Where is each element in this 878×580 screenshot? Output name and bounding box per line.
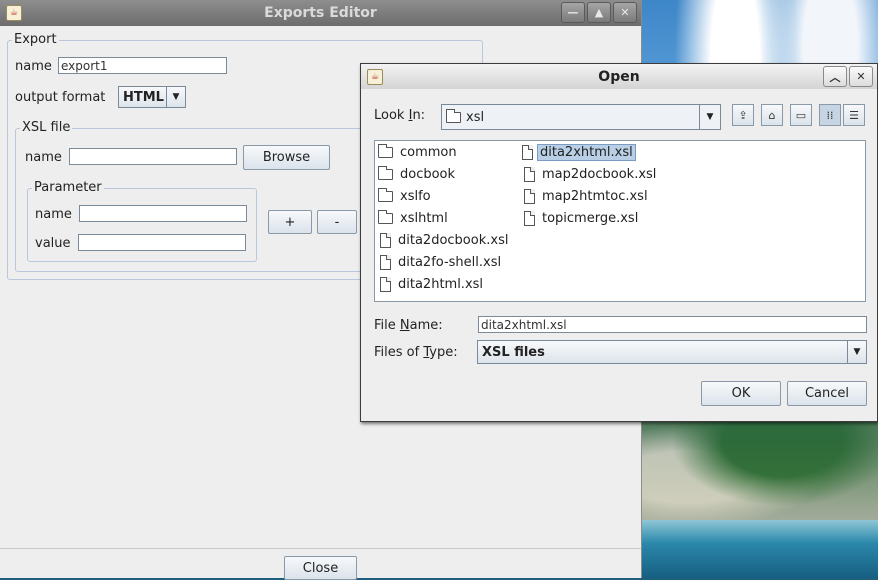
folder-icon bbox=[378, 165, 393, 180]
file-name: xslfo bbox=[400, 188, 431, 204]
export-name-label: name bbox=[15, 59, 52, 74]
list-item-selected[interactable]: dita2xhtml.xsl bbox=[522, 142, 636, 162]
chevron-down-icon[interactable]: ▼ bbox=[699, 105, 720, 129]
desktop-sea-image bbox=[640, 520, 878, 578]
details-view-icon[interactable]: ☰ bbox=[843, 104, 865, 126]
close-dialog-button[interactable]: ✕ bbox=[849, 66, 873, 87]
file-icon bbox=[524, 188, 535, 204]
list-item[interactable]: xslhtml bbox=[378, 208, 451, 228]
file-name-label: File Name: bbox=[374, 318, 443, 333]
file-type-label-pre: Files of bbox=[374, 345, 424, 360]
file-name: dita2fo-shell.xsl bbox=[398, 254, 502, 270]
file-name: dita2html.xsl bbox=[398, 276, 484, 292]
list-item[interactable]: dita2html.xsl bbox=[380, 274, 486, 294]
list-item[interactable]: dita2docbook.xsl bbox=[380, 230, 511, 250]
dialog-title: Open bbox=[598, 68, 640, 85]
list-item[interactable]: map2htmtoc.xsl bbox=[524, 186, 651, 206]
up-folder-icon[interactable]: ⇪ bbox=[732, 104, 754, 126]
file-name: common bbox=[400, 144, 457, 160]
new-folder-icon[interactable]: ▭ bbox=[790, 104, 812, 126]
file-name: docbook bbox=[400, 166, 456, 182]
footer-divider bbox=[0, 548, 641, 549]
exports-editor-titlebar[interactable]: ☕ Exports Editor — ▲ ✕ bbox=[0, 0, 641, 26]
file-name: map2docbook.xsl bbox=[542, 166, 657, 182]
list-item[interactable]: docbook bbox=[378, 164, 458, 184]
browse-button[interactable]: Browse bbox=[243, 145, 330, 170]
file-icon bbox=[524, 210, 535, 226]
file-type-label: Files of Type: bbox=[374, 345, 458, 360]
minimize-button[interactable]: — bbox=[561, 2, 585, 23]
file-icon bbox=[380, 254, 391, 270]
parameter-group-title: Parameter bbox=[32, 180, 104, 195]
file-name: xslhtml bbox=[400, 210, 448, 226]
param-name-label: name bbox=[35, 207, 72, 222]
remove-parameter-button[interactable]: - bbox=[317, 210, 357, 234]
look-in-label-post: n: bbox=[412, 108, 426, 123]
folder-icon bbox=[446, 108, 461, 123]
file-type-label-post: ype: bbox=[429, 345, 458, 360]
export-name-field[interactable]: export1 bbox=[58, 57, 227, 74]
list-item[interactable]: xslfo bbox=[378, 186, 434, 206]
open-dialog-titlebar[interactable]: ☕ Open ︿ ✕ bbox=[361, 64, 877, 89]
file-name: topicmerge.xsl bbox=[542, 210, 639, 226]
look-in-label: Look In: bbox=[374, 108, 425, 123]
list-item[interactable]: map2docbook.xsl bbox=[524, 164, 659, 184]
list-item[interactable]: common bbox=[378, 142, 460, 162]
xsl-name-label: name bbox=[25, 150, 62, 165]
maximize-button[interactable]: ▲ bbox=[587, 2, 611, 23]
java-app-icon: ☕ bbox=[367, 69, 383, 85]
param-value-label: value bbox=[35, 236, 71, 251]
cancel-button[interactable]: Cancel bbox=[787, 381, 867, 406]
desktop-island-image bbox=[640, 405, 878, 525]
param-name-field[interactable] bbox=[79, 205, 247, 222]
output-format-label: output format bbox=[15, 90, 106, 105]
home-folder-icon[interactable]: ⌂ bbox=[761, 104, 783, 126]
add-parameter-button[interactable]: + bbox=[268, 210, 312, 234]
file-name: dita2docbook.xsl bbox=[398, 232, 509, 248]
close-window-button[interactable]: ✕ bbox=[613, 2, 637, 23]
file-name: map2htmtoc.xsl bbox=[542, 188, 648, 204]
export-group-title: Export bbox=[12, 32, 59, 47]
output-format-value: HTML bbox=[123, 89, 164, 105]
list-view-icon[interactable]: ⁞⁞ bbox=[819, 104, 841, 126]
folder-icon bbox=[378, 187, 393, 202]
file-icon bbox=[380, 232, 391, 248]
file-type-value: XSL files bbox=[482, 344, 545, 360]
folder-icon bbox=[378, 143, 393, 158]
look-in-label-pre: Look bbox=[374, 108, 409, 123]
list-item[interactable]: topicmerge.xsl bbox=[524, 208, 641, 228]
chevron-up-icon[interactable]: ︿ bbox=[823, 66, 847, 87]
file-name-mnemonic: N bbox=[399, 318, 410, 333]
open-file-dialog: ☕ Open ︿ ✕ Look In: xsl ▼ ⇪ ⌂ ▭ ⁞⁞ ☰ com… bbox=[360, 63, 878, 422]
file-name-input[interactable]: dita2xhtml.xsl bbox=[478, 316, 867, 333]
window-title: Exports Editor bbox=[264, 5, 377, 21]
list-item[interactable]: dita2fo-shell.xsl bbox=[380, 252, 504, 272]
file-name-label-post: ame: bbox=[409, 318, 443, 333]
file-name-label-pre: File bbox=[374, 318, 400, 333]
chevron-down-icon[interactable]: ▼ bbox=[847, 341, 866, 363]
look-in-value: xsl bbox=[466, 109, 485, 125]
param-value-field[interactable] bbox=[78, 234, 246, 251]
ok-button[interactable]: OK bbox=[701, 381, 781, 406]
file-icon bbox=[380, 276, 391, 292]
file-icon bbox=[522, 144, 533, 160]
file-icon bbox=[524, 166, 535, 182]
chevron-down-icon[interactable]: ▼ bbox=[166, 87, 185, 107]
close-button[interactable]: Close bbox=[284, 556, 357, 580]
file-name: dita2xhtml.xsl bbox=[537, 143, 636, 161]
look-in-select[interactable]: xsl ▼ bbox=[441, 104, 721, 130]
file-type-select[interactable]: XSL files ▼ bbox=[477, 340, 867, 364]
output-format-select[interactable]: HTML ▼ bbox=[118, 86, 186, 108]
xsl-name-field[interactable] bbox=[69, 148, 237, 165]
xsl-file-group-title: XSL file bbox=[20, 120, 73, 135]
folder-icon bbox=[378, 209, 393, 224]
java-app-icon: ☕ bbox=[6, 5, 22, 21]
file-list[interactable]: common docbook xslfo xslhtml dita2docboo… bbox=[374, 140, 866, 302]
